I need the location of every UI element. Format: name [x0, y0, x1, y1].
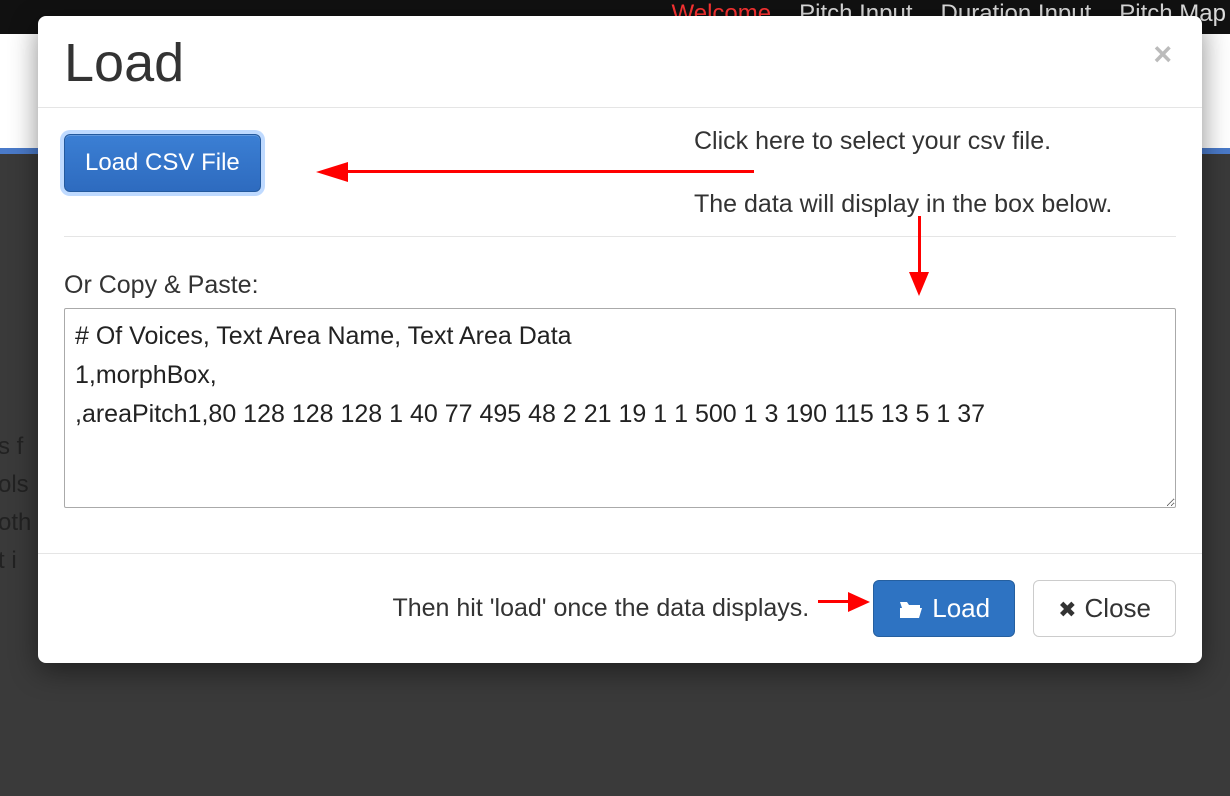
- x-icon: [1058, 593, 1076, 624]
- modal-footer: Then hit 'load' once the data displays. …: [38, 553, 1202, 663]
- close-button-label: Close: [1085, 593, 1151, 624]
- modal-body: Load CSV File Click here to select your …: [38, 108, 1202, 553]
- folder-open-icon: [898, 598, 924, 620]
- csv-textarea[interactable]: [64, 308, 1176, 508]
- load-csv-section: Load CSV File Click here to select your …: [64, 134, 1176, 192]
- close-button[interactable]: Close: [1033, 580, 1176, 637]
- help-text-line1: Click here to select your csv file.: [694, 124, 1112, 159]
- help-text: Click here to select your csv file. The …: [694, 124, 1112, 250]
- modal-title: Load: [64, 34, 184, 93]
- load-button-label: Load: [932, 593, 990, 624]
- copy-paste-label: Or Copy & Paste:: [64, 271, 1176, 300]
- close-icon[interactable]: ×: [1149, 34, 1176, 74]
- load-button[interactable]: Load: [873, 580, 1015, 637]
- load-modal: Load × Load CSV File Click here to selec…: [38, 16, 1202, 663]
- annotation-arrow-left: [316, 166, 754, 178]
- footer-hint: Then hit 'load' once the data displays.: [392, 594, 809, 623]
- load-csv-button[interactable]: Load CSV File: [64, 134, 261, 192]
- help-text-line2: The data will display in the box below.: [694, 187, 1112, 222]
- annotation-arrow-right: [818, 596, 870, 608]
- modal-header: Load ×: [38, 16, 1202, 108]
